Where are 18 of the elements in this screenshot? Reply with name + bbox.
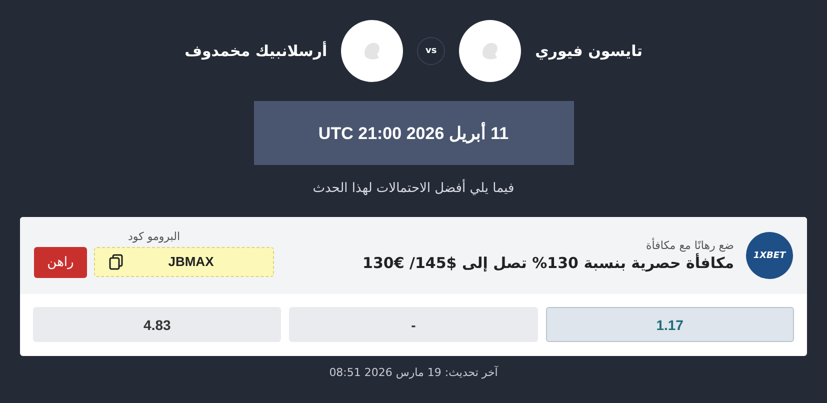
offer-tagline: ضع رهانًا مع مكافأة xyxy=(645,239,734,252)
event-date-banner: 11 أبريل 2026 21:00 UTC xyxy=(254,101,574,165)
last-update: آخر تحديث: 19 مارس 2026 08:51 xyxy=(329,366,498,379)
fighter-name: أرسلانبيك مخمدوف xyxy=(184,42,328,60)
fighter-avatar-icon xyxy=(459,20,522,82)
fighter-name: تايسون فيوري xyxy=(535,42,642,60)
promo-code-field[interactable]: JBMAX xyxy=(94,246,274,276)
promo-label: البرومو كود xyxy=(128,230,180,242)
copy-icon[interactable] xyxy=(109,254,123,270)
bet-button[interactable]: راهن xyxy=(34,246,87,278)
fighter-avatar-icon xyxy=(341,20,404,82)
odds-button[interactable]: - xyxy=(289,307,538,342)
bookmaker-logo: 1XBET xyxy=(746,232,793,279)
vs-badge: vs xyxy=(417,37,446,65)
subtitle: فيما يلي أفضل الاحتمالات لهذا الحدث xyxy=(312,181,514,196)
odds-button[interactable]: 4.83 xyxy=(33,307,282,342)
offer-title: مكافأة حصرية بنسبة 130% تصل إلى $145/ €130 xyxy=(362,254,734,272)
odds-button[interactable]: 1.17 xyxy=(546,307,794,342)
